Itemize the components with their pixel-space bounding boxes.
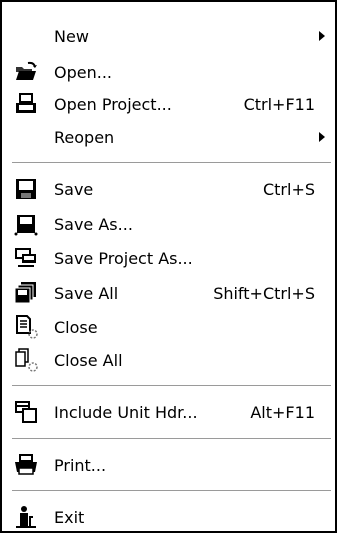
submenu-arrow-icon [319,31,325,41]
open-project-icon [14,92,38,116]
menu-item-shortcut: Alt+F11 [250,402,315,422]
menu-item-exit[interactable]: Exit [2,502,335,532]
menu-item-save-as[interactable]: Save As... [2,209,335,239]
exit-icon [14,505,38,529]
menu-item-save[interactable]: Save Ctrl+S [2,174,335,204]
menu-item-label: Exit [54,507,85,527]
menu-item-label: Open... [54,62,112,82]
include-unit-icon [14,400,38,424]
menu-item-print[interactable]: Print... [2,450,335,480]
file-menu: New Open... Open Project... Ctrl+F11 Reo… [0,0,337,533]
open-folder-icon [14,60,38,84]
save-as-icon [14,212,38,236]
menu-item-reopen[interactable]: Reopen [2,122,335,152]
menu-item-open-project[interactable]: Open Project... Ctrl+F11 [2,89,335,119]
menu-item-label: Close [54,317,98,337]
menu-item-label: Open Project... [54,94,172,114]
save-icon [14,177,38,201]
menu-item-label: Save [54,179,94,199]
menu-item-save-project-as[interactable]: Save Project As... [2,243,335,273]
menu-item-shortcut: Ctrl+F11 [243,94,315,114]
menu-separator [12,438,331,440]
menu-item-label: Close All [54,350,123,370]
menu-item-include-unit-hdr[interactable]: Include Unit Hdr... Alt+F11 [2,397,335,427]
menu-item-open[interactable]: Open... [2,57,335,87]
printer-icon [14,453,38,477]
save-project-as-icon [14,246,38,270]
close-file-icon [14,315,38,339]
menu-item-label: Print... [54,455,107,475]
menu-item-save-all[interactable]: Save All Shift+Ctrl+S [2,278,335,308]
menu-item-label: Reopen [54,127,115,147]
menu-item-label: Save All [54,283,119,303]
menu-item-label: New [54,26,89,46]
close-all-icon [14,348,38,372]
menu-separator [12,490,331,492]
menu-item-label: Save As... [54,214,133,234]
save-all-icon [14,281,38,305]
menu-item-shortcut: Ctrl+S [262,179,315,199]
menu-item-shortcut: Shift+Ctrl+S [213,283,315,303]
submenu-arrow-icon [319,132,325,142]
menu-item-label: Include Unit Hdr... [54,402,198,422]
menu-separator [12,162,331,164]
menu-item-label: Save Project As... [54,248,193,268]
menu-item-close-all[interactable]: Close All [2,345,335,375]
menu-separator [12,385,331,387]
menu-item-new[interactable]: New [2,21,335,51]
menu-item-close[interactable]: Close [2,312,335,342]
